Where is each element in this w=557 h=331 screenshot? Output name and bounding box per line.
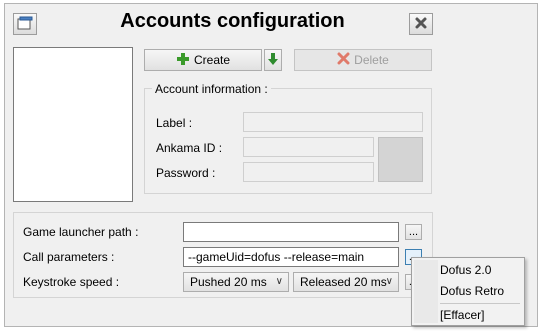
account-info-legend: Account information : [152,81,271,97]
pushed-speed-select[interactable]: Pushed 20 ms ∨ [183,272,289,292]
password-label: Password : [156,166,216,180]
pushed-speed-value: Pushed 20 ms [190,275,267,289]
ankama-id-field[interactable] [243,137,374,157]
delete-button[interactable]: Delete [294,49,432,71]
window-icon [17,16,33,33]
call-parameters-field[interactable]: --gameUid=dofus --release=main [183,247,399,267]
create-button-label: Create [193,53,231,67]
chevron-down-icon: ∨ [385,276,393,287]
released-speed-value: Released 20 ms [300,275,387,289]
game-launcher-path-label: Game launcher path : [23,225,139,239]
plus-icon [176,52,190,69]
window-menu-button[interactable] [13,13,37,35]
delete-button-label: Delete [354,53,389,67]
menu-item-dofus-2[interactable]: Dofus 2.0 [440,259,520,281]
keystroke-speed-label: Keystroke speed : [23,275,120,289]
label-field-label: Label : [156,116,193,130]
menu-item-clear[interactable]: [Effacer] [440,304,520,326]
call-parameters-context-menu: Dofus 2.0 Dofus Retro [Effacer] [411,257,525,326]
window-title: Accounts configuration [120,10,345,32]
game-launcher-browse-button[interactable]: ... [405,224,422,240]
create-button[interactable]: Create [144,49,262,71]
label-field[interactable] [243,112,423,132]
import-button[interactable] [264,49,282,71]
close-icon [414,16,428,33]
menu-item-dofus-retro[interactable]: Dofus Retro [440,280,520,302]
arrow-down-icon [267,52,279,69]
menu-gutter [414,260,438,323]
password-field[interactable] [243,162,374,182]
close-button[interactable] [409,13,433,35]
avatar [378,137,423,182]
accounts-list[interactable] [13,47,133,202]
call-parameters-label: Call parameters : [23,250,115,264]
released-speed-select[interactable]: Released 20 ms ∨ [293,272,399,292]
chevron-down-icon: ∨ [275,276,283,287]
game-launcher-path-field[interactable] [183,222,399,242]
delete-icon [337,52,350,68]
ankama-id-label: Ankama ID : [156,141,223,155]
